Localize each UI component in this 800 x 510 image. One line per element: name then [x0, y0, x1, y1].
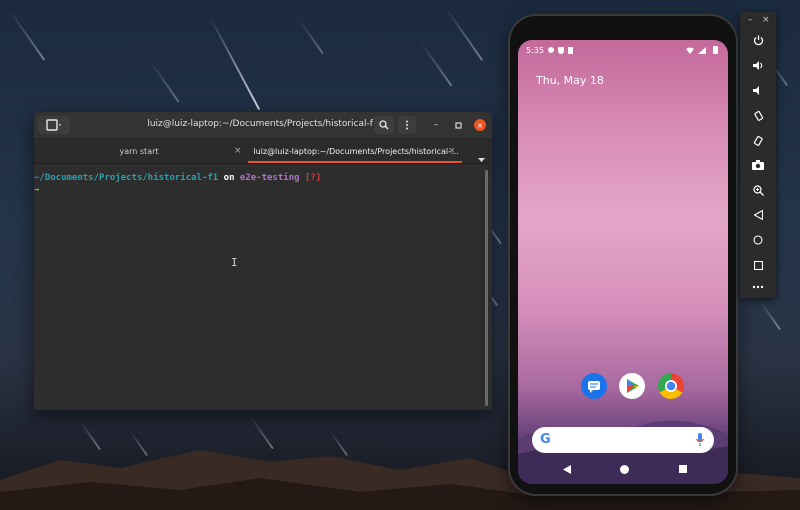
chrome-app[interactable] — [658, 373, 684, 399]
git-status: [?] — [304, 173, 322, 183]
zoom-icon — [752, 184, 764, 196]
google-search-bar[interactable]: G — [532, 427, 714, 453]
volume-down-button[interactable] — [740, 79, 776, 101]
play-store-icon — [627, 379, 639, 393]
kebab-menu-icon — [406, 120, 408, 130]
prompt-on: on — [223, 173, 235, 183]
minimize-icon: – — [433, 120, 439, 130]
tab-bar: yarn start × luiz@luiz-laptop:~/Document… — [34, 139, 492, 164]
volume-down-icon — [752, 85, 759, 95]
git-branch: e2e-testing — [239, 173, 300, 183]
window-title: luiz@luiz-laptop:~/Documents/Projects/hi… — [147, 119, 379, 129]
chevron-down-icon — [478, 158, 485, 162]
back-button[interactable] — [740, 204, 776, 226]
volume-up-icon — [752, 60, 762, 70]
android-emulator-device: 5:35 Thu, May 18 G — [510, 16, 736, 494]
overview-button[interactable] — [740, 254, 776, 276]
close-tab-icon[interactable]: × — [234, 146, 242, 156]
messages-icon — [588, 381, 600, 393]
terminal-titlebar: luiz@luiz-laptop:~/Documents/Projects/hi… — [34, 112, 492, 139]
close-button[interactable]: × — [474, 119, 486, 131]
close-emulator-button[interactable]: × — [762, 15, 770, 25]
maximize-icon — [454, 121, 462, 129]
wifi-icon — [686, 47, 694, 54]
home-button[interactable] — [740, 229, 776, 251]
search-button[interactable] — [374, 116, 394, 134]
tab-label: luiz@luiz-laptop:~/Documents/Projects/hi… — [253, 146, 459, 156]
prompt-line: ~/Documents/Projects/historical-f1 on e2… — [34, 173, 321, 183]
power-icon — [753, 35, 763, 45]
status-bar: 5:35 — [526, 46, 720, 58]
tab-label: yarn start — [119, 146, 159, 156]
home-icon[interactable] — [620, 465, 629, 474]
rotate-right-icon — [753, 135, 763, 146]
maximize-button[interactable] — [452, 119, 464, 131]
terminal-window: luiz@luiz-laptop:~/Documents/Projects/hi… — [34, 112, 492, 410]
prompt-arrow: → — [34, 185, 40, 195]
messages-app[interactable] — [581, 373, 607, 399]
more-button[interactable] — [740, 276, 776, 298]
overview-icon — [753, 260, 763, 270]
volume-up-button[interactable] — [740, 54, 776, 76]
phone-screen[interactable]: 5:35 Thu, May 18 G — [518, 40, 728, 484]
shield-notification-icon — [558, 47, 564, 54]
back-icon[interactable] — [563, 465, 571, 474]
minimize-button[interactable]: – — [430, 119, 442, 131]
rotate-left-button[interactable] — [740, 104, 776, 126]
home-icon — [753, 235, 763, 245]
prompt-path: ~/Documents/Projects/historical-f1 — [34, 173, 219, 183]
terminal-output[interactable]: ~/Documents/Projects/historical-f1 on e2… — [34, 164, 492, 410]
menu-button[interactable] — [398, 116, 416, 134]
scrollbar[interactable] — [485, 170, 488, 406]
settings-notification-icon — [548, 47, 554, 53]
zoom-button[interactable] — [740, 179, 776, 201]
emulator-toolbar: – × — [740, 12, 776, 298]
battery-icon — [713, 46, 718, 54]
close-icon: × — [476, 120, 484, 130]
camera-icon — [752, 160, 764, 170]
text-cursor-icon: I — [231, 256, 238, 269]
status-time: 5:35 — [526, 46, 544, 55]
back-icon — [753, 210, 763, 220]
sim-notification-icon — [568, 47, 573, 54]
recents-icon[interactable] — [679, 465, 687, 473]
search-icon — [379, 120, 389, 130]
navigation-bar — [518, 456, 728, 484]
play-store-app[interactable] — [619, 373, 645, 399]
signal-icon — [698, 47, 706, 54]
power-button[interactable] — [740, 29, 776, 51]
rotate-right-button[interactable] — [740, 129, 776, 151]
screenshot-button[interactable] — [740, 154, 776, 176]
google-logo-icon: G — [540, 432, 551, 447]
chrome-icon — [665, 380, 677, 392]
rotate-left-icon — [753, 110, 763, 121]
more-icon — [752, 285, 764, 289]
close-tab-icon[interactable]: × — [448, 146, 456, 156]
minimize-emulator-button[interactable]: – — [748, 15, 753, 25]
tab-active-shell[interactable]: luiz@luiz-laptop:~/Documents/Projects/hi… — [248, 139, 464, 163]
mic-icon[interactable] — [696, 433, 704, 447]
active-tab-indicator — [248, 161, 462, 163]
lockscreen-date[interactable]: Thu, May 18 — [536, 74, 604, 87]
tab-yarn-start[interactable]: yarn start — [34, 139, 244, 163]
